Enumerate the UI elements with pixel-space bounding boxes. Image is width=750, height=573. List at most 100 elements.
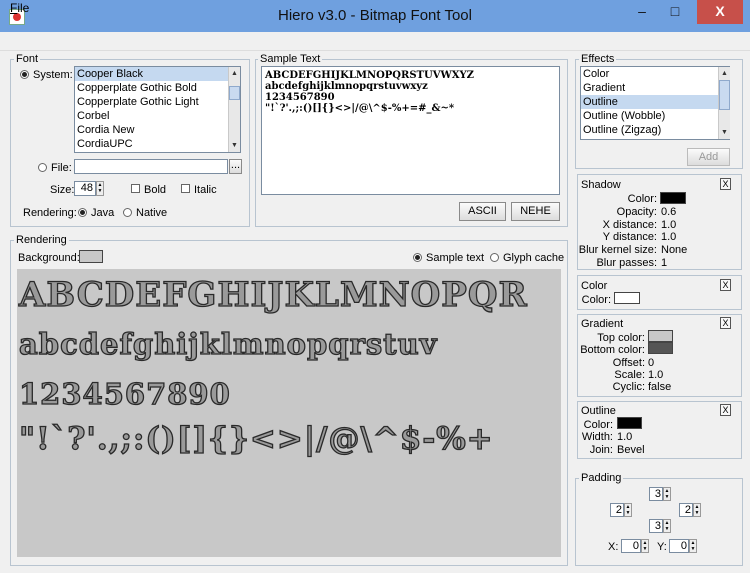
- scroll-down-icon[interactable]: ▼: [229, 140, 240, 151]
- font-list-item[interactable]: Cooper Black: [75, 67, 240, 81]
- gradient-offset-label: Offset:: [612, 357, 645, 369]
- font-size-input[interactable]: 48: [74, 181, 96, 196]
- maximize-button[interactable]: □: [660, 0, 690, 24]
- gradient-top-color-label: Top color:: [597, 332, 645, 344]
- shadow-opacity-value[interactable]: 0.6: [661, 206, 676, 218]
- file-label: File:: [51, 162, 72, 174]
- browse-button[interactable]: ...: [229, 159, 242, 174]
- system-font-radio[interactable]: [20, 70, 29, 79]
- font-legend: Font: [14, 53, 41, 65]
- remove-color-button[interactable]: X: [720, 279, 731, 291]
- gradient-cyclic-label: Cyclic:: [612, 381, 645, 393]
- padding-x-spinner-icon[interactable]: ▲ ▼: [641, 539, 649, 553]
- effect-list-item[interactable]: Color: [581, 67, 729, 81]
- effect-list-item[interactable]: Outline (Zigzag): [581, 123, 729, 137]
- minimize-button[interactable]: –: [627, 0, 657, 24]
- sample-text-area[interactable]: ABCDEFGHIJKLMNOPQRSTUVWXYZ abcdefghijklm…: [261, 66, 560, 195]
- menu-bar: [0, 32, 750, 51]
- color-effect-swatch[interactable]: [614, 292, 640, 304]
- rendered-line: 1234567890: [18, 376, 231, 411]
- outline-title: Outline: [581, 405, 616, 417]
- effects-list[interactable]: Color Gradient Outline Outline (Wobble) …: [580, 66, 730, 140]
- scroll-down-icon[interactable]: ▼: [719, 127, 730, 138]
- shadow-color-swatch[interactable]: [660, 192, 686, 204]
- font-list-item[interactable]: Copperplate Gothic Light: [75, 95, 240, 109]
- outline-join-value[interactable]: Bevel: [617, 444, 645, 456]
- bold-checkbox[interactable]: [131, 184, 140, 193]
- gradient-cyclic-value[interactable]: false: [648, 381, 671, 393]
- padding-right-spinner-icon[interactable]: ▲ ▼: [693, 503, 701, 517]
- font-list-item[interactable]: CordiaUPC: [75, 137, 240, 151]
- shadow-blur-passes-value[interactable]: 1: [661, 257, 667, 269]
- size-label: Size:: [50, 184, 75, 196]
- menu-file[interactable]: File: [10, 1, 29, 15]
- glyph-cache-radio[interactable]: [490, 253, 499, 262]
- font-list-item[interactable]: Copperplate Gothic Bold: [75, 81, 240, 95]
- italic-checkbox[interactable]: [181, 184, 190, 193]
- rendering-canvas: ABCDEFGHIJKLMNOPQR abcdefghijklmnopqrstu…: [17, 269, 561, 557]
- padding-bottom-input[interactable]: 3: [649, 519, 663, 533]
- add-effect-button[interactable]: Add: [687, 148, 730, 166]
- sample-text-radio[interactable]: [413, 253, 422, 262]
- gradient-scale-value[interactable]: 1.0: [648, 369, 663, 381]
- java-rendering-radio[interactable]: [78, 208, 87, 217]
- gradient-title: Gradient: [581, 318, 624, 330]
- font-file-input[interactable]: [74, 159, 228, 174]
- outline-color-swatch[interactable]: [617, 417, 642, 429]
- effects-legend: Effects: [579, 53, 617, 65]
- effect-list-item[interactable]: Outline: [581, 95, 729, 109]
- padding-left-spinner-icon[interactable]: ▲ ▼: [624, 503, 632, 517]
- font-list[interactable]: Cooper Black Copperplate Gothic Bold Cop…: [74, 66, 241, 153]
- outline-width-label: Width:: [581, 431, 613, 443]
- color-effect-label: Color:: [581, 294, 611, 306]
- gradient-top-color-swatch[interactable]: [648, 330, 673, 342]
- font-list-item[interactable]: Corbel: [75, 109, 240, 123]
- remove-shadow-button[interactable]: X: [720, 178, 731, 190]
- gradient-bottom-color-swatch[interactable]: [648, 342, 673, 354]
- scroll-up-icon[interactable]: ▲: [719, 68, 730, 79]
- ascii-button[interactable]: ASCII: [459, 202, 506, 221]
- remove-outline-button[interactable]: X: [720, 404, 731, 416]
- shadow-blur-kernel-value[interactable]: None: [661, 244, 687, 256]
- scroll-thumb[interactable]: [229, 86, 240, 100]
- padding-top-spinner-icon[interactable]: ▲ ▼: [663, 487, 671, 501]
- padding-top-input[interactable]: 3: [649, 487, 663, 501]
- shadow-color-label: Color:: [627, 193, 657, 205]
- sample-line: 1234567890: [265, 92, 335, 103]
- effect-list-item[interactable]: Outline (Wobble): [581, 109, 729, 123]
- shadow-y-value[interactable]: 1.0: [661, 231, 676, 243]
- padding-bottom-spinner-icon[interactable]: ▲ ▼: [663, 519, 671, 533]
- padding-x-input[interactable]: 0: [621, 539, 641, 553]
- padding-legend: Padding: [579, 472, 624, 484]
- size-spinner-icon[interactable]: ▲ ▼: [96, 181, 104, 196]
- scroll-up-icon[interactable]: ▲: [229, 68, 240, 79]
- background-color-swatch[interactable]: [79, 250, 103, 263]
- gradient-scale-label: Scale:: [614, 369, 645, 381]
- padding-left-input[interactable]: 2: [610, 503, 624, 517]
- gradient-offset-value[interactable]: 0: [648, 357, 654, 369]
- shadow-x-value[interactable]: 1.0: [661, 219, 676, 231]
- sample-text-label: Sample text: [426, 252, 485, 264]
- sample-text-legend: Sample Text: [258, 53, 323, 65]
- font-list-item[interactable]: Cordia New: [75, 123, 240, 137]
- outline-width-value[interactable]: 1.0: [617, 431, 632, 443]
- scroll-thumb[interactable]: [719, 80, 730, 110]
- remove-gradient-button[interactable]: X: [720, 317, 731, 329]
- padding-y-input[interactable]: 0: [669, 539, 689, 553]
- sample-line: "!`?'.,;:()[]{}<>|/@\^$-%+=#_&~*: [265, 103, 455, 114]
- shadow-opacity-label: Opacity:: [616, 206, 657, 218]
- gradient-bottom-color-label: Bottom color:: [580, 344, 645, 356]
- outline-join-label: Join:: [589, 444, 613, 456]
- close-button[interactable]: X: [697, 0, 743, 24]
- effect-list-item[interactable]: Gradient: [581, 81, 729, 95]
- nehe-button[interactable]: NEHE: [511, 202, 560, 221]
- glyph-cache-label: Glyph cache: [503, 252, 565, 264]
- shadow-blur-passes-label: Blur passes:: [596, 257, 657, 269]
- sample-line: ABCDEFGHIJKLMNOPQRSTUVWXYZ: [265, 70, 474, 81]
- system-label: System:: [33, 69, 73, 81]
- padding-right-input[interactable]: 2: [679, 503, 693, 517]
- padding-y-spinner-icon[interactable]: ▲ ▼: [689, 539, 697, 553]
- padding-y-label: Y:: [657, 541, 667, 553]
- file-font-radio[interactable]: [38, 163, 47, 172]
- native-rendering-radio[interactable]: [123, 208, 132, 217]
